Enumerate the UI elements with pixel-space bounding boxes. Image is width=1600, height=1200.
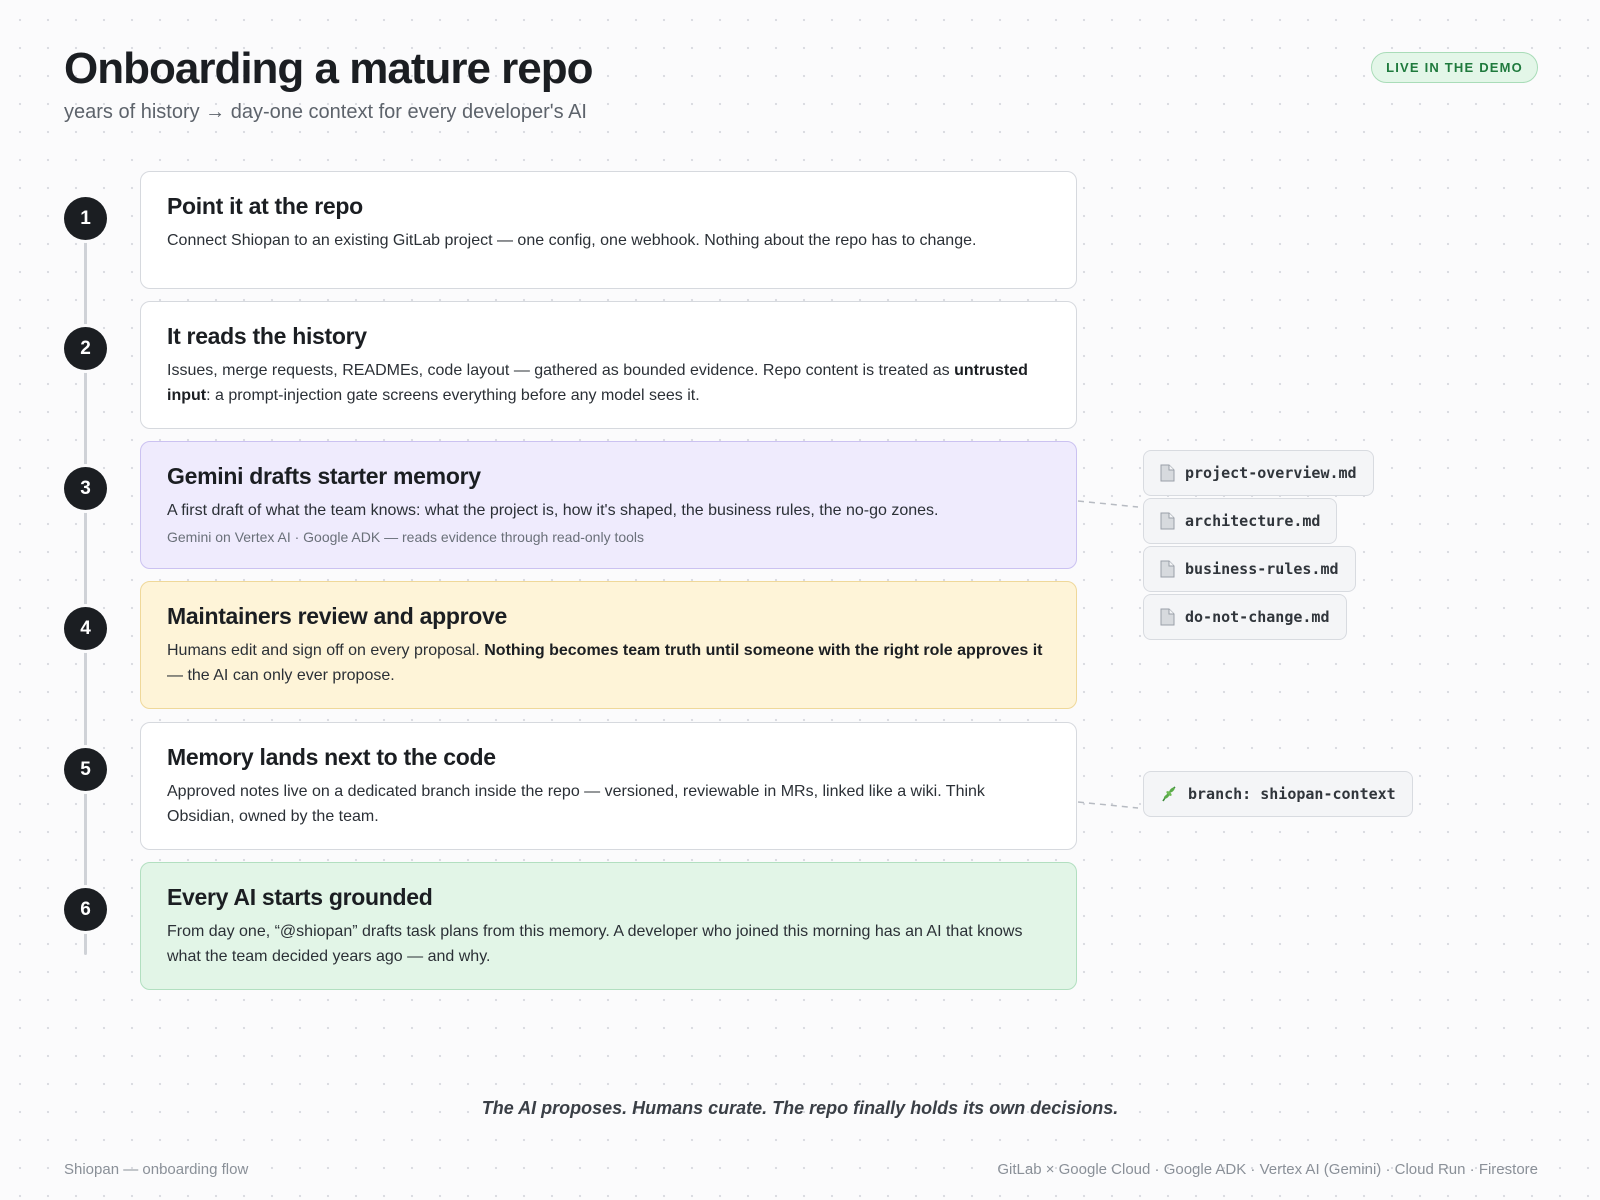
step-title: It reads the history bbox=[167, 323, 367, 349]
file-icon bbox=[1160, 560, 1175, 578]
file-chip-business-rules: business-rules.md bbox=[1143, 546, 1356, 592]
page-subtitle: years of history → day-one context for e… bbox=[64, 101, 587, 123]
step-number-2: 2 bbox=[64, 327, 107, 370]
file-chip-do-not-change: do-not-change.md bbox=[1143, 594, 1347, 640]
file-name: business-rules.md bbox=[1185, 560, 1339, 578]
connector-step3-files bbox=[1077, 500, 1139, 508]
page-title: Onboarding a mature repo bbox=[64, 44, 594, 93]
step-body: A first draft of what the team knows: wh… bbox=[167, 502, 939, 519]
step-body: Humans edit and sign off on every propos… bbox=[167, 638, 1050, 688]
footer-right: GitLab × Google Cloud · Google ADK · Ver… bbox=[997, 1161, 1538, 1178]
step-body-lead: Issues, merge requests, READMEs, code la… bbox=[167, 362, 955, 379]
step-title: Maintainers review and approve bbox=[167, 603, 507, 629]
file-icon bbox=[1160, 464, 1175, 482]
step-body-tail: — the AI can only ever propose. bbox=[167, 667, 395, 684]
herb-icon bbox=[1162, 786, 1176, 802]
connector-step5-branch bbox=[1077, 801, 1139, 809]
step-number-4: 4 bbox=[64, 607, 107, 650]
step-card-1: Point it at the repo Connect Shiopan to … bbox=[140, 171, 1077, 289]
file-name: project-overview.md bbox=[1185, 464, 1357, 482]
step-number-5: 5 bbox=[64, 748, 107, 791]
step-body-tail: : a prompt-injection gate screens everyt… bbox=[206, 387, 700, 404]
file-chip-project-overview: project-overview.md bbox=[1143, 450, 1374, 496]
step-title: Point it at the repo bbox=[167, 193, 363, 219]
step-body-lead: Humans edit and sign off on every propos… bbox=[167, 642, 485, 659]
step-card-5: Memory lands next to the code Approved n… bbox=[140, 722, 1077, 850]
file-name: do-not-change.md bbox=[1185, 608, 1330, 626]
step-note: Gemini on Vertex AI · Google ADK — reads… bbox=[167, 529, 645, 545]
step-card-2: It reads the history Issues, merge reque… bbox=[140, 301, 1077, 429]
step-title: Gemini drafts starter memory bbox=[167, 463, 481, 489]
step-body-strong: Nothing becomes team truth until someone… bbox=[484, 642, 1043, 659]
step-body: Issues, merge requests, READMEs, code la… bbox=[167, 358, 1050, 408]
branch-chip: branch: shiopan-context bbox=[1143, 771, 1413, 817]
step-body: Connect Shiopan to an existing GitLab pr… bbox=[167, 232, 977, 249]
step-card-3: Gemini drafts starter memory A first dra… bbox=[140, 441, 1077, 569]
step-number-1: 1 bbox=[64, 197, 107, 240]
step-body: Approved notes live on a dedicated branc… bbox=[167, 783, 985, 825]
file-name: architecture.md bbox=[1185, 512, 1321, 530]
step-card-6: Every AI starts grounded From day one, “… bbox=[140, 862, 1077, 990]
file-icon bbox=[1160, 608, 1175, 626]
step-title: Every AI starts grounded bbox=[167, 884, 433, 910]
branch-label: branch: shiopan-context bbox=[1188, 785, 1396, 803]
step-body: From day one, “@shiopan” drafts task pla… bbox=[167, 923, 1023, 965]
step-number-3: 3 bbox=[64, 467, 107, 510]
live-demo-badge: LIVE IN THE DEMO bbox=[1371, 52, 1538, 83]
footer-left: Shiopan — onboarding flow bbox=[64, 1161, 249, 1178]
file-icon bbox=[1160, 512, 1175, 530]
step-number-6: 6 bbox=[64, 888, 107, 931]
step-card-4: Maintainers review and approve Humans ed… bbox=[140, 581, 1077, 709]
file-chip-architecture: architecture.md bbox=[1143, 498, 1338, 544]
tagline: The AI proposes. Humans curate. The repo… bbox=[481, 1098, 1119, 1118]
step-title: Memory lands next to the code bbox=[167, 744, 496, 770]
